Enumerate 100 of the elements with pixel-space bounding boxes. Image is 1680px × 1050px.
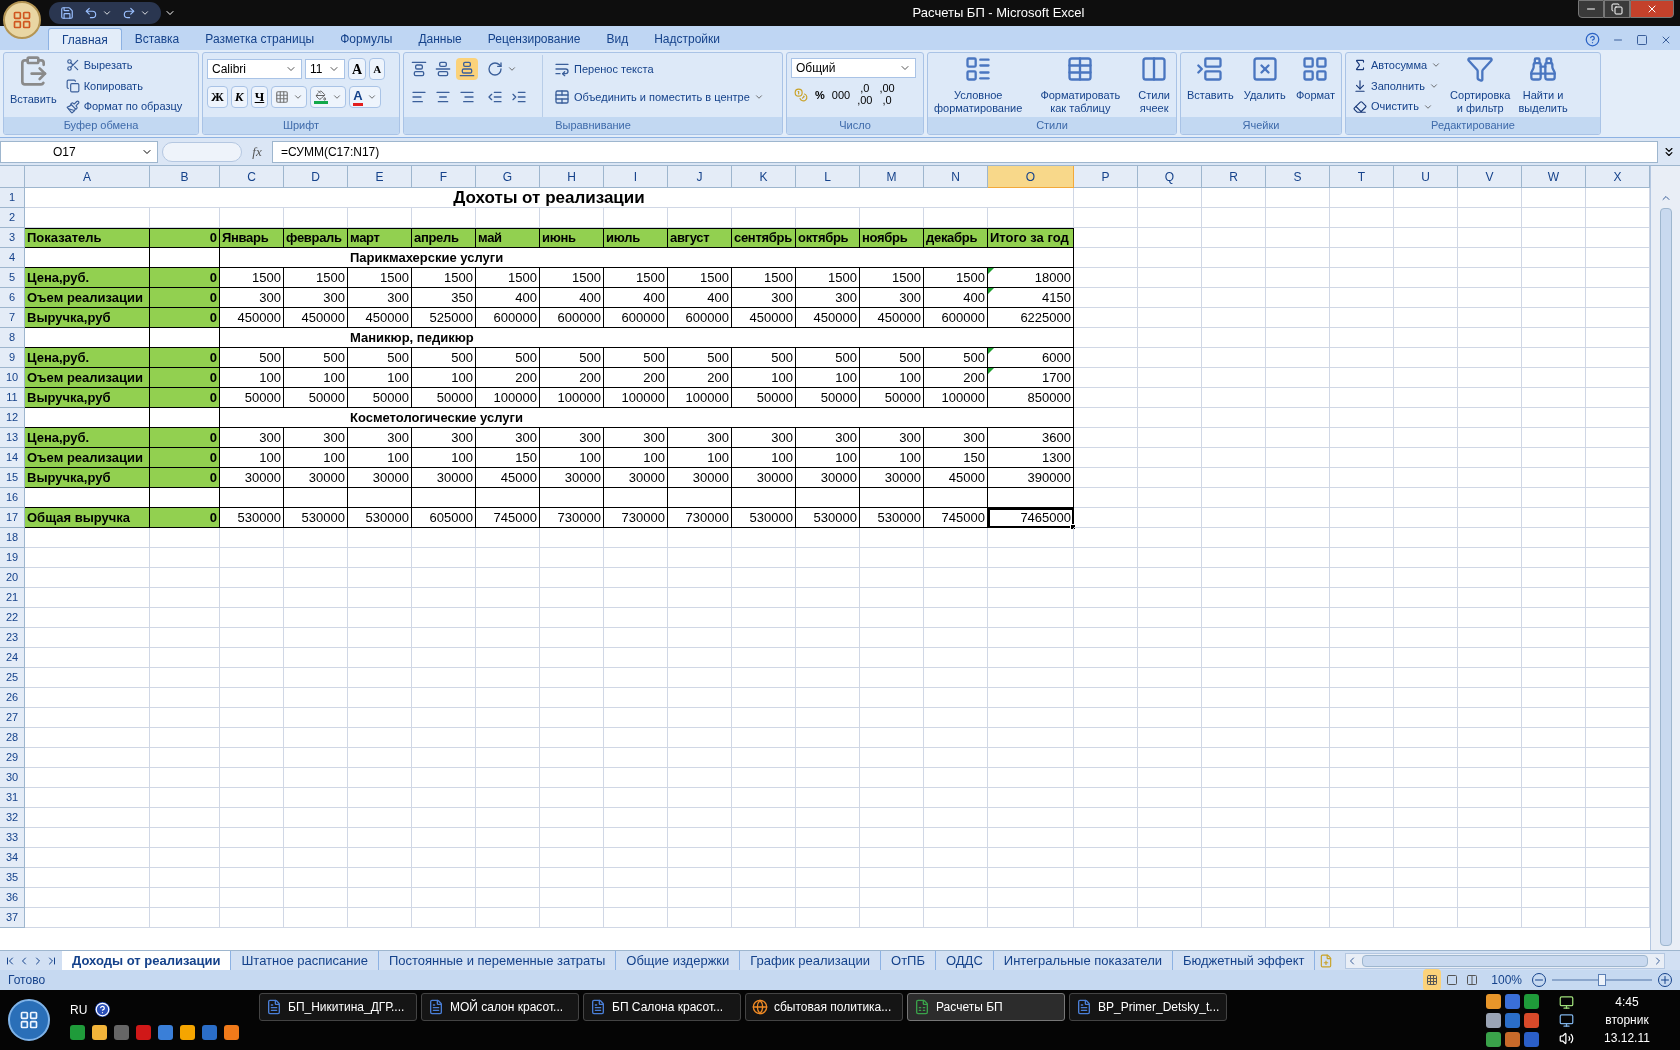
percent-button[interactable]: % <box>812 84 828 106</box>
row-header[interactable]: 12 <box>0 408 25 428</box>
column-header[interactable]: M <box>860 166 924 188</box>
column-header[interactable]: E <box>348 166 412 188</box>
tray-icon[interactable] <box>1486 1012 1501 1028</box>
tray-icon[interactable] <box>1524 993 1539 1009</box>
taskbar-button[interactable]: Расчеты БП <box>907 993 1065 1021</box>
tray-icon[interactable] <box>1505 1012 1520 1028</box>
row-header[interactable]: 13 <box>0 428 25 448</box>
row-header[interactable]: 10 <box>0 368 25 388</box>
row-header[interactable]: 19 <box>0 548 25 568</box>
column-header[interactable]: N <box>924 166 988 188</box>
row-header[interactable]: 33 <box>0 828 25 848</box>
row-header[interactable]: 23 <box>0 628 25 648</box>
app-icon[interactable] <box>224 1024 239 1040</box>
row-header[interactable]: 25 <box>0 668 25 688</box>
styles-button[interactable]: Форматировать как таблицу <box>1038 55 1123 117</box>
editing-action[interactable]: Автосумма <box>1350 55 1445 76</box>
underline-button[interactable]: Ч <box>250 86 269 108</box>
taskbar-button[interactable]: БП_Никитина_ДГР.... <box>259 993 417 1021</box>
normal-view-button[interactable] <box>1423 969 1442 991</box>
sheet-tab[interactable]: Доходы от реализации <box>62 950 232 971</box>
taskbar-button[interactable]: БП Салона красот... <box>583 993 741 1021</box>
styles-button[interactable]: Условное форматирование <box>932 55 1025 117</box>
font-size-field[interactable]: 11 <box>305 59 345 79</box>
row-header[interactable]: 14 <box>0 448 25 468</box>
row-header[interactable]: 30 <box>0 768 25 788</box>
function-button[interactable]: fx <box>246 141 268 162</box>
row-header[interactable]: 32 <box>0 808 25 828</box>
grow-font-button[interactable]: A <box>348 58 367 80</box>
column-header[interactable]: A <box>25 166 150 188</box>
fill-color-button[interactable] <box>310 86 347 108</box>
cells-button[interactable]: Удалить <box>1241 55 1288 117</box>
language-indicator[interactable]: RU <box>70 1000 88 1019</box>
merge-center-button[interactable]: Объединить и поместить в центре <box>551 86 767 108</box>
row-header[interactable]: 2 <box>0 208 25 228</box>
font-color-button[interactable]: A <box>349 86 381 108</box>
app-icon[interactable] <box>70 1024 85 1040</box>
align-bottom-button[interactable] <box>456 58 478 80</box>
column-header[interactable]: K <box>732 166 796 188</box>
row-header[interactable]: 4 <box>0 248 25 268</box>
row-header[interactable]: 36 <box>0 888 25 908</box>
paste-button[interactable]: Вставить <box>8 55 59 117</box>
column-header[interactable]: F <box>412 166 476 188</box>
column-header[interactable]: B <box>150 166 220 188</box>
taskbar-button[interactable]: сбытовая политика... <box>745 993 903 1021</box>
column-header[interactable]: P <box>1074 166 1138 188</box>
row-header[interactable]: 37 <box>0 908 25 928</box>
column-header[interactable]: L <box>796 166 860 188</box>
column-header[interactable]: O <box>988 166 1074 188</box>
borders-button[interactable] <box>271 86 308 108</box>
ribbon-tab[interactable]: Рецензирование <box>474 28 594 50</box>
column-header[interactable]: I <box>604 166 668 188</box>
app-icon[interactable] <box>92 1024 107 1040</box>
row-header[interactable]: 27 <box>0 708 25 728</box>
bold-button[interactable]: Ж <box>207 86 228 108</box>
formula-field[interactable]: =СУММ(C17:N17) <box>272 140 1658 163</box>
row-header[interactable]: 1 <box>0 188 25 208</box>
ribbon-tab[interactable]: Главная <box>48 28 122 50</box>
tray-icon[interactable] <box>1505 993 1520 1009</box>
start-button[interactable] <box>8 999 50 1041</box>
office-button[interactable] <box>3 1 41 39</box>
styles-button[interactable]: Стили ячеек <box>1136 55 1172 117</box>
row-header[interactable]: 35 <box>0 868 25 888</box>
row-header[interactable]: 22 <box>0 608 25 628</box>
row-header[interactable]: 7 <box>0 308 25 328</box>
shrink-font-button[interactable]: A <box>369 58 386 80</box>
clipboard-action[interactable]: Копировать <box>62 75 186 97</box>
vertical-scrollbar[interactable] <box>1650 166 1680 950</box>
row-header[interactable]: 24 <box>0 648 25 668</box>
editing-button[interactable]: Сортировка и фильтр <box>1448 55 1513 117</box>
tray-icon[interactable] <box>1524 1012 1539 1028</box>
thousands-button[interactable]: 000 <box>828 84 854 106</box>
formula-divider-handle[interactable] <box>162 141 242 162</box>
cells-button[interactable]: Вставить <box>1185 55 1236 117</box>
decrease-decimal-button[interactable]: ,00 ,0 <box>876 84 898 106</box>
clipboard-action[interactable]: Формат по образцу <box>62 96 186 117</box>
column-header[interactable]: D <box>284 166 348 188</box>
column-header[interactable]: Q <box>1138 166 1202 188</box>
row-header[interactable]: 6 <box>0 288 25 308</box>
column-header[interactable]: W <box>1522 166 1586 188</box>
cells-button[interactable]: Формат <box>1293 55 1337 117</box>
wrap-text-button[interactable]: Перенос текста <box>551 58 767 80</box>
ribbon-tab[interactable]: Вставка <box>121 28 193 50</box>
row-header[interactable]: 26 <box>0 688 25 708</box>
column-header[interactable]: R <box>1202 166 1266 188</box>
editing-action[interactable]: Заполнить <box>1350 75 1445 97</box>
zoom-level-text[interactable]: 100% <box>1491 971 1522 989</box>
name-box[interactable]: O17 <box>0 140 158 163</box>
row-header[interactable]: 34 <box>0 848 25 868</box>
column-header[interactable]: G <box>476 166 540 188</box>
row-header[interactable]: 28 <box>0 728 25 748</box>
column-header[interactable]: H <box>540 166 604 188</box>
row-header[interactable]: 5 <box>0 268 25 288</box>
taskbar-button[interactable]: BP_Primer_Detsky_t... <box>1069 993 1227 1021</box>
row-header[interactable]: 31 <box>0 788 25 808</box>
row-header[interactable]: 11 <box>0 388 25 408</box>
fill-handle[interactable] <box>1070 524 1076 530</box>
column-header[interactable]: U <box>1394 166 1458 188</box>
horizontal-scrollbar[interactable] <box>1345 952 1665 969</box>
